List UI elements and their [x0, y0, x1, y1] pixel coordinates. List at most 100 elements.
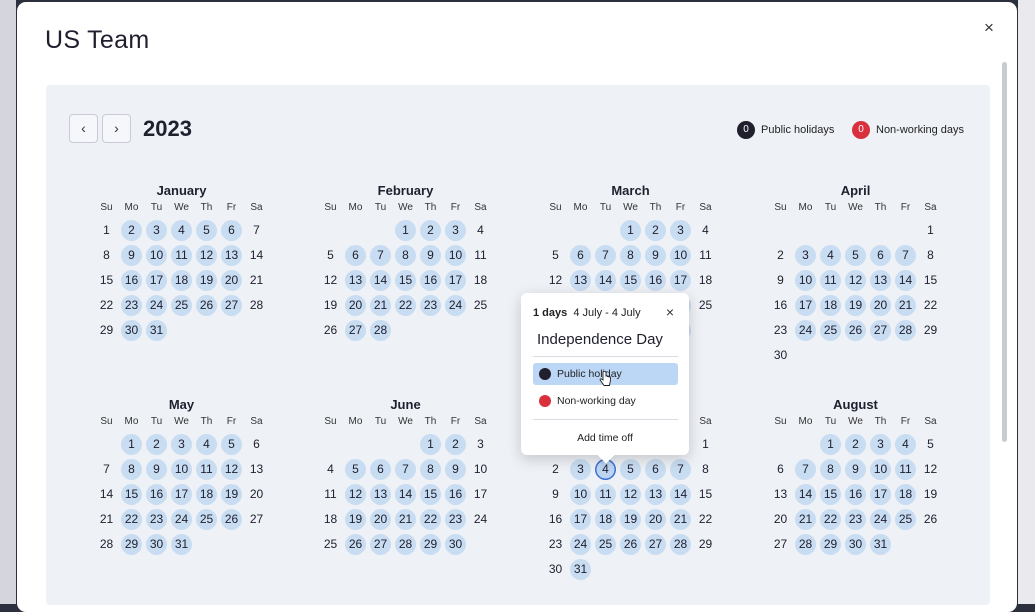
day-cell[interactable]: 27 — [370, 534, 391, 555]
day-cell[interactable]: 29 — [920, 320, 941, 341]
day-cell[interactable]: 30 — [146, 534, 167, 555]
day-cell[interactable]: 19 — [320, 295, 341, 316]
day-cell[interactable]: 20 — [221, 270, 242, 291]
day-cell[interactable]: 12 — [221, 459, 242, 480]
day-cell[interactable]: 1 — [820, 434, 841, 455]
day-cell[interactable]: 16 — [121, 270, 142, 291]
day-cell[interactable]: 17 — [670, 270, 691, 291]
day-cell[interactable]: 19 — [920, 484, 941, 505]
day-cell[interactable]: 10 — [171, 459, 192, 480]
day-cell[interactable]: 1 — [620, 220, 641, 241]
day-cell[interactable]: 8 — [920, 245, 941, 266]
day-cell[interactable]: 26 — [320, 320, 341, 341]
day-cell[interactable]: 18 — [196, 484, 217, 505]
day-cell[interactable]: 29 — [695, 534, 716, 555]
day-cell[interactable]: 26 — [221, 509, 242, 530]
day-cell[interactable]: 13 — [221, 245, 242, 266]
day-cell[interactable]: 24 — [470, 509, 491, 530]
day-cell[interactable]: 4 — [820, 245, 841, 266]
scrollbar-thumb[interactable] — [1002, 62, 1007, 442]
day-cell[interactable]: 13 — [246, 459, 267, 480]
day-cell[interactable]: 10 — [470, 459, 491, 480]
day-cell[interactable]: 9 — [146, 459, 167, 480]
day-cell[interactable]: 4 — [196, 434, 217, 455]
day-cell[interactable]: 17 — [570, 509, 591, 530]
day-cell[interactable]: 14 — [370, 270, 391, 291]
day-cell[interactable]: 25 — [695, 295, 716, 316]
day-cell[interactable]: 15 — [395, 270, 416, 291]
day-cell[interactable]: 11 — [820, 270, 841, 291]
day-cell[interactable]: 14 — [395, 484, 416, 505]
day-cell[interactable]: 3 — [795, 245, 816, 266]
day-cell[interactable]: 27 — [246, 509, 267, 530]
day-cell[interactable]: 2 — [645, 220, 666, 241]
day-cell[interactable]: 20 — [870, 295, 891, 316]
day-cell[interactable]: 16 — [420, 270, 441, 291]
day-cell[interactable]: 8 — [395, 245, 416, 266]
day-cell[interactable]: 8 — [820, 459, 841, 480]
day-cell[interactable]: 11 — [171, 245, 192, 266]
day-cell[interactable]: 13 — [345, 270, 366, 291]
day-cell[interactable]: 16 — [645, 270, 666, 291]
day-cell[interactable]: 19 — [345, 509, 366, 530]
day-cell[interactable]: 29 — [96, 320, 117, 341]
day-cell[interactable]: 13 — [645, 484, 666, 505]
day-cell[interactable]: 21 — [795, 509, 816, 530]
day-cell[interactable]: 14 — [795, 484, 816, 505]
day-cell[interactable]: 2 — [845, 434, 866, 455]
day-cell[interactable]: 6 — [770, 459, 791, 480]
day-cell[interactable]: 21 — [395, 509, 416, 530]
day-cell[interactable]: 8 — [420, 459, 441, 480]
day-cell[interactable]: 25 — [320, 534, 341, 555]
day-cell[interactable]: 20 — [345, 295, 366, 316]
day-cell[interactable]: 2 — [545, 459, 566, 480]
day-cell[interactable]: 9 — [845, 459, 866, 480]
day-cell[interactable]: 14 — [670, 484, 691, 505]
day-cell[interactable]: 25 — [595, 534, 616, 555]
day-cell[interactable]: 6 — [870, 245, 891, 266]
day-cell[interactable]: 1 — [121, 434, 142, 455]
day-cell[interactable]: 14 — [595, 270, 616, 291]
day-cell[interactable]: 26 — [920, 509, 941, 530]
day-cell[interactable]: 10 — [670, 245, 691, 266]
day-cell[interactable]: 18 — [470, 270, 491, 291]
day-cell[interactable]: 24 — [870, 509, 891, 530]
day-cell[interactable]: 28 — [370, 320, 391, 341]
day-cell[interactable]: 25 — [895, 509, 916, 530]
day-cell[interactable]: 24 — [570, 534, 591, 555]
day-cell[interactable]: 21 — [370, 295, 391, 316]
day-cell[interactable]: 4 — [171, 220, 192, 241]
day-cell[interactable]: 12 — [920, 459, 941, 480]
day-cell[interactable]: 30 — [445, 534, 466, 555]
day-cell[interactable]: 15 — [820, 484, 841, 505]
day-cell[interactable]: 11 — [895, 459, 916, 480]
day-cell[interactable]: 23 — [445, 509, 466, 530]
day-cell[interactable]: 2 — [146, 434, 167, 455]
day-cell[interactable]: 8 — [96, 245, 117, 266]
day-cell[interactable]: 11 — [196, 459, 217, 480]
day-cell[interactable]: 7 — [246, 220, 267, 241]
day-cell[interactable]: 8 — [695, 459, 716, 480]
day-cell[interactable]: 1 — [420, 434, 441, 455]
popover-close-button[interactable]: × — [662, 304, 678, 320]
day-cell[interactable]: 15 — [695, 484, 716, 505]
day-cell[interactable]: 25 — [470, 295, 491, 316]
day-cell[interactable]: 1 — [920, 220, 941, 241]
day-cell[interactable]: 16 — [146, 484, 167, 505]
day-cell[interactable]: 28 — [96, 534, 117, 555]
day-cell[interactable]: 6 — [221, 220, 242, 241]
day-cell[interactable]: 13 — [370, 484, 391, 505]
day-cell[interactable]: 9 — [121, 245, 142, 266]
day-cell[interactable]: 5 — [920, 434, 941, 455]
day-cell[interactable]: 15 — [920, 270, 941, 291]
day-cell[interactable]: 20 — [370, 509, 391, 530]
day-cell[interactable]: 10 — [795, 270, 816, 291]
day-cell[interactable]: 27 — [770, 534, 791, 555]
day-cell[interactable]: 19 — [221, 484, 242, 505]
day-cell[interactable]: 26 — [845, 320, 866, 341]
day-cell[interactable]: 18 — [320, 509, 341, 530]
day-cell[interactable]: 22 — [920, 295, 941, 316]
day-cell[interactable]: 30 — [121, 320, 142, 341]
day-cell[interactable]: 4 — [320, 459, 341, 480]
day-cell[interactable]: 30 — [545, 559, 566, 580]
